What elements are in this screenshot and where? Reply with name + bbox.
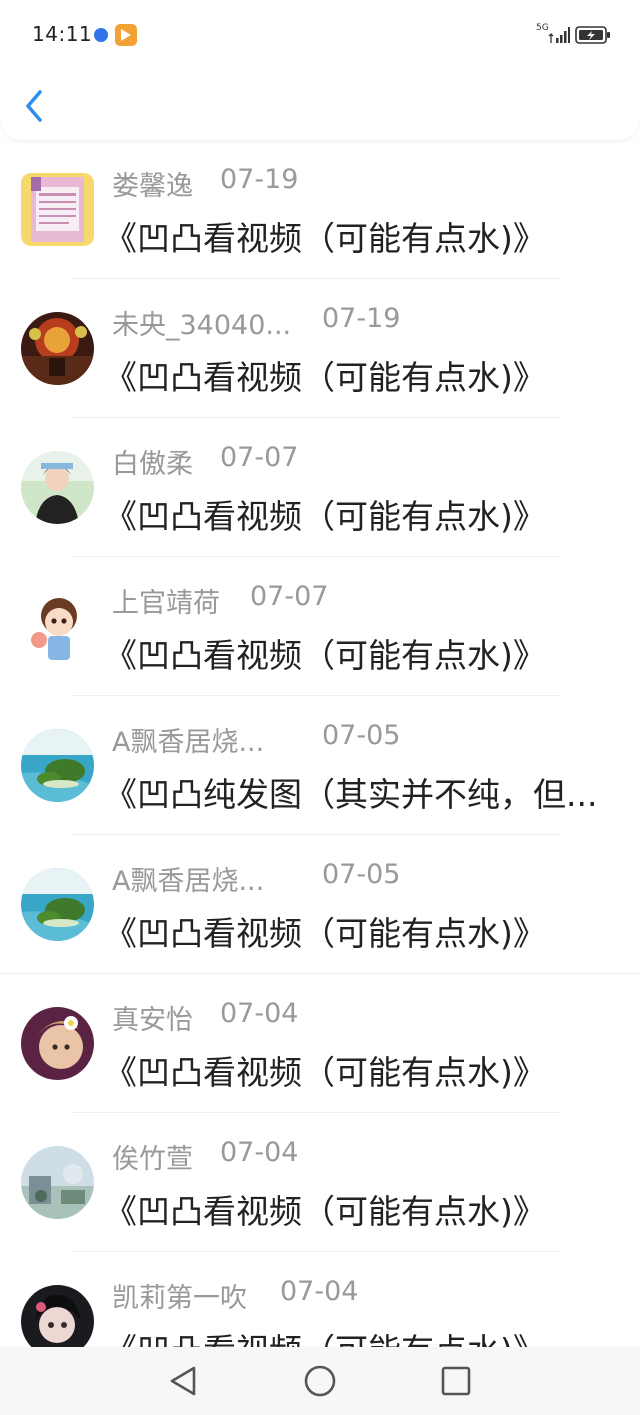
post-date: 07-05: [322, 859, 401, 890]
author-name: 真安怡: [112, 1005, 193, 1036]
author-name: 未央_34040...: [112, 310, 292, 341]
item-meta: 娄馨逸 07-19: [112, 164, 298, 203]
item-meta: A飘香居烧... 07-05: [112, 859, 400, 898]
author-name: A飘香居烧...: [112, 866, 265, 897]
post-date: 07-07: [220, 442, 299, 473]
circle-home-icon[interactable]: [302, 1363, 338, 1399]
post-title: 《凹凸看视频（可能有点水)》: [104, 1192, 546, 1231]
post-title: 《凹凸看视频（可能有点水)》: [104, 358, 546, 397]
list-item[interactable]: 娄馨逸 07-19 《凹凸看视频（可能有点水)》: [0, 140, 640, 279]
post-date: 07-07: [250, 581, 329, 612]
triangle-back-icon[interactable]: [166, 1363, 202, 1399]
author-name: 上官靖荷: [112, 588, 220, 619]
avatar: [21, 173, 94, 246]
author-name: A飘香居烧...: [112, 727, 265, 758]
author-name: 娄馨逸: [112, 171, 193, 202]
post-date: 07-04: [280, 1276, 359, 1307]
list-item[interactable]: A飘香居烧... 07-05 《凹凸看视频（可能有点水)》: [0, 835, 640, 974]
post-title: 《凹凸看视频（可能有点水)》: [104, 497, 546, 536]
system-navigation-bar: [0, 1347, 640, 1415]
item-meta: 白傲柔 07-07: [112, 442, 298, 481]
list-item[interactable]: 真安怡 07-04 《凹凸看视频（可能有点水)》: [0, 974, 640, 1113]
avatar: [21, 868, 94, 941]
item-meta: 上官靖荷 07-07: [112, 581, 328, 620]
list-item[interactable]: 俟竹萱 07-04 《凹凸看视频（可能有点水)》: [0, 1113, 640, 1252]
avatar: [21, 1007, 94, 1080]
post-date: 07-05: [322, 720, 401, 751]
back-button[interactable]: [20, 86, 50, 126]
avatar: [21, 451, 94, 524]
author-name: 白傲柔: [112, 449, 193, 480]
post-title: 《凹凸看视频（可能有点水)》: [104, 636, 546, 675]
post-date: 07-19: [220, 164, 299, 195]
avatar: [21, 312, 94, 385]
post-title: 《凹凸看视频（可能有点水)》: [104, 1053, 546, 1092]
item-meta: A飘香居烧... 07-05: [112, 720, 400, 759]
post-title: 《凹凸看视频（可能有点水)》: [104, 219, 546, 258]
chevron-left-icon: [26, 90, 42, 122]
avatar: [21, 590, 94, 663]
post-date: 07-19: [322, 303, 401, 334]
author-name: 凯莉第一吹: [112, 1283, 247, 1314]
item-meta: 俟竹萱 07-04: [112, 1137, 298, 1176]
list-item[interactable]: A飘香居烧... 07-05 《凹凸纯发图（其实并不纯，但...: [0, 696, 640, 835]
item-meta: 凯莉第一吹 07-04: [112, 1276, 358, 1315]
list-item[interactable]: 未央_34040... 07-19 《凹凸看视频（可能有点水)》: [0, 279, 640, 418]
list-item[interactable]: 上官靖荷 07-07 《凹凸看视频（可能有点水)》: [0, 557, 640, 696]
item-meta: 真安怡 07-04: [112, 998, 298, 1037]
post-title: 《凹凸纯发图（其实并不纯，但...: [104, 775, 598, 814]
avatar: [21, 1146, 94, 1219]
author-name: 俟竹萱: [112, 1144, 193, 1175]
square-recents-icon[interactable]: [438, 1363, 474, 1399]
avatar: [21, 729, 94, 802]
top-bar: [0, 0, 640, 140]
post-date: 07-04: [220, 1137, 299, 1168]
post-title: 《凹凸看视频（可能有点水)》: [104, 914, 546, 953]
post-date: 07-04: [220, 998, 299, 1029]
item-meta: 未央_34040... 07-19: [112, 303, 400, 342]
list-item[interactable]: 白傲柔 07-07 《凹凸看视频（可能有点水)》: [0, 418, 640, 557]
